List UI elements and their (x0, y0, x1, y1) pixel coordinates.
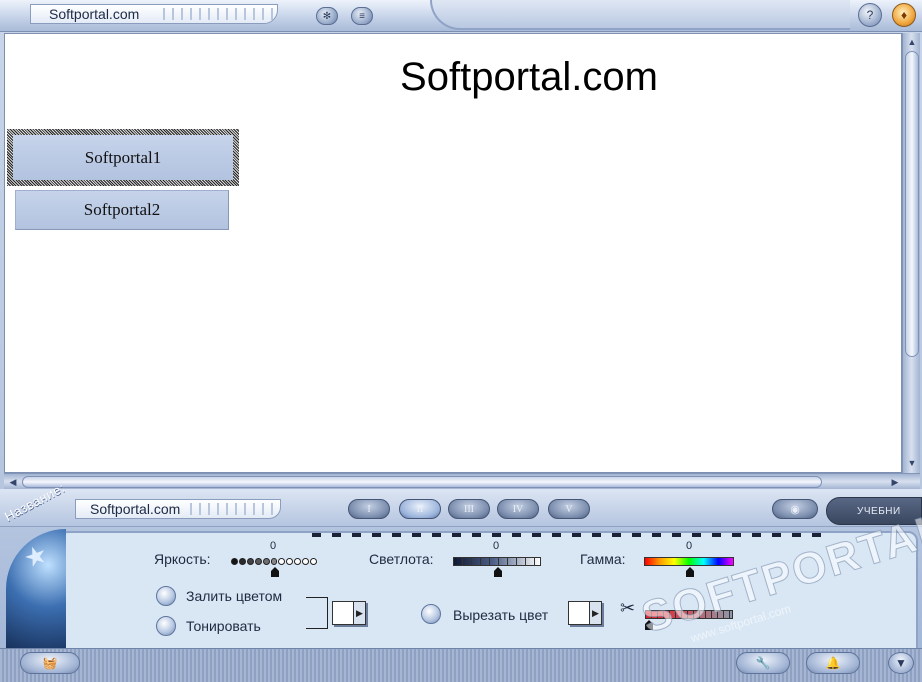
expand-button[interactable]: ▼ (888, 652, 914, 674)
basket-button[interactable]: 🧺 (20, 652, 80, 674)
eye-icon: ◉ (790, 503, 800, 516)
lightness-slider[interactable]: 0 (453, 540, 543, 577)
brightness-step (246, 558, 254, 565)
brightness-thumb[interactable] (271, 567, 279, 577)
name-field[interactable]: Softportal.com (75, 499, 281, 519)
brightness-step (238, 558, 246, 565)
brightness-step (310, 558, 317, 565)
preview-button[interactable]: ◉ (772, 499, 818, 519)
power-button[interactable]: ♦ (892, 3, 916, 27)
brightness-step (262, 558, 270, 565)
mode-button-3[interactable]: III (448, 499, 490, 519)
list-icon: ≡ (359, 10, 365, 22)
settings-button[interactable]: ✻ (316, 7, 338, 25)
title-decoration (163, 8, 273, 20)
application-window: Softportal.com ✻ ≡ ? ♦ Softportal.com So… (0, 0, 922, 682)
window-title-field: Softportal.com (30, 4, 278, 24)
cut-color-picker[interactable]: ▶ (568, 601, 602, 625)
help-button[interactable]: ? (858, 3, 882, 27)
preview-canvas: Softportal.com Softportal1 Softportal2 (4, 33, 902, 473)
mode-button-4[interactable]: IV (497, 499, 539, 519)
brightness-step (286, 558, 294, 565)
fill-color-label[interactable]: Залить цветом (186, 588, 282, 604)
control-panel (10, 531, 918, 653)
cut-color-thumb[interactable] (645, 620, 653, 630)
brightness-step (254, 558, 262, 565)
alarm-button[interactable]: 🔔 (806, 652, 860, 674)
fill-color-picker[interactable]: ▶ (332, 601, 366, 625)
mode-button-1[interactable]: I (348, 499, 390, 519)
brightness-step (294, 558, 302, 565)
menu-button[interactable]: ≡ (351, 7, 373, 25)
headline-text: Softportal.com (400, 55, 658, 99)
panel-decoration (312, 533, 832, 537)
help-icon: ? (866, 8, 874, 22)
scroll-right-icon[interactable]: ▶ (888, 475, 902, 489)
brightness-step (231, 558, 238, 565)
down-arrow-icon: ▼ (895, 656, 907, 670)
fire-icon: ♦ (900, 8, 908, 22)
title-bar: Softportal.com ✻ ≡ ? ♦ (0, 0, 922, 32)
lightness-label: Светлота: (369, 551, 434, 567)
scroll-up-icon[interactable]: ▲ (906, 36, 918, 48)
brightness-value: 0 (270, 540, 277, 552)
wrench-icon: 🔧 (755, 656, 771, 670)
cut-color-label[interactable]: Вырезать цвет (453, 607, 548, 623)
gear-icon: ✻ (322, 10, 332, 22)
bell-icon: 🔔 (825, 656, 841, 670)
vertical-scroll-thumb[interactable] (905, 51, 919, 357)
tint-label[interactable]: Тонировать (186, 618, 261, 634)
vertical-scrollbar[interactable]: ▲ ▼ (902, 33, 920, 473)
horizontal-scrollbar[interactable]: ◀ ▶ (4, 473, 920, 489)
lightness-value: 0 (493, 540, 500, 552)
title-bar-decoration (430, 0, 850, 30)
lightness-thumb[interactable] (494, 567, 502, 577)
tools-button[interactable]: 🔧 (736, 652, 790, 674)
menu-button-1[interactable]: Softportal1 (7, 129, 239, 186)
lightness-track (453, 557, 541, 566)
mode-button-5[interactable]: V (548, 499, 590, 519)
cut-color-radio[interactable] (421, 604, 441, 624)
name-field-decoration (190, 503, 276, 515)
brightness-step (302, 558, 310, 565)
window-title: Softportal.com (49, 6, 140, 22)
scroll-left-icon[interactable]: ◀ (6, 475, 20, 489)
gamma-slider[interactable]: 0 (644, 540, 736, 577)
cut-color-track (645, 610, 733, 619)
tint-radio[interactable] (156, 616, 176, 636)
basket-icon: 🧺 (42, 656, 58, 670)
scroll-down-icon[interactable]: ▼ (906, 457, 918, 469)
picker-arrow-icon: ▶ (353, 602, 365, 624)
gamma-track (644, 557, 734, 566)
scissors-icon: ✂ (620, 598, 636, 618)
cut-color-slider[interactable] (645, 608, 735, 632)
learn-button[interactable]: УЧЕБНИ (826, 497, 922, 525)
gamma-value: 0 (686, 540, 693, 552)
brightness-label: Яркость: (154, 551, 211, 567)
gamma-label: Гамма: (580, 551, 626, 567)
option-bracket (306, 597, 328, 629)
name-strip: Название: Softportal.com I II III IV V ◉… (0, 480, 922, 527)
fill-color-radio[interactable] (156, 586, 176, 606)
mode-button-2[interactable]: II (399, 499, 441, 519)
horizontal-scroll-thumb[interactable] (22, 476, 822, 488)
brightness-step (278, 558, 286, 565)
brightness-step (270, 558, 278, 565)
name-value: Softportal.com (90, 501, 181, 517)
brightness-track (230, 557, 318, 566)
menu-button-1-label: Softportal1 (13, 135, 233, 180)
brightness-slider[interactable]: 0 (230, 540, 320, 577)
menu-button-2[interactable]: Softportal2 (15, 190, 229, 230)
picker-arrow-icon: ▶ (589, 602, 601, 624)
gamma-thumb[interactable] (686, 567, 694, 577)
